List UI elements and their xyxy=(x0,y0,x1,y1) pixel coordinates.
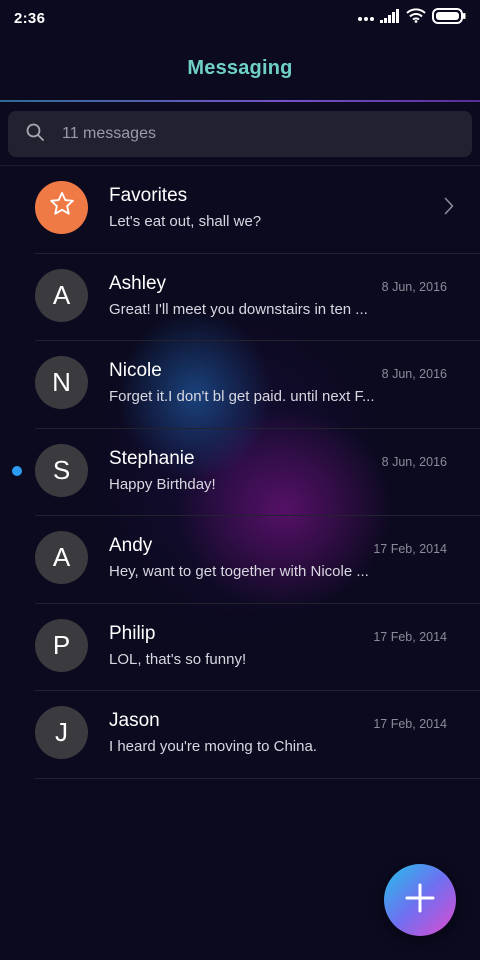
message-date: 8 Jun, 2016 xyxy=(381,367,447,381)
avatar: A xyxy=(35,531,88,584)
page-title: Messaging xyxy=(187,56,293,79)
search-icon xyxy=(26,123,44,146)
status-bar: 2:36 xyxy=(0,0,480,36)
message-date: 8 Jun, 2016 xyxy=(381,279,447,294)
message-preview: Great! I'll meet you downstairs in ten .… xyxy=(109,300,368,318)
wifi-icon xyxy=(406,8,426,28)
app-header: Messaging xyxy=(0,36,480,100)
search-input[interactable]: 11 messages xyxy=(62,125,156,143)
battery-icon xyxy=(432,7,466,29)
message-preview: LOL, that's so funny! xyxy=(109,650,247,668)
signal-icon xyxy=(380,8,400,28)
avatar: N xyxy=(35,356,88,409)
chevron-right-icon xyxy=(444,197,454,220)
message-preview: Forget it.I don't bl get paid. until nex… xyxy=(109,388,375,405)
contact-name: Ashley xyxy=(109,272,167,294)
search-bar[interactable]: 11 messages xyxy=(8,111,472,157)
avatar: P xyxy=(35,618,88,672)
avatar: J xyxy=(35,706,88,759)
conversation-row[interactable]: J Jason I heard you're moving to China. 17 … xyxy=(0,691,480,779)
contact-name: Favorites xyxy=(109,185,188,206)
message-date: 17 Feb, 2014 xyxy=(373,717,447,731)
favorites-row[interactable]: Favorites Let's eat out, shall we? xyxy=(0,166,480,254)
conversation-row[interactable]: P Philip LOL, that's so funny! 17 Feb, 2014 xyxy=(0,604,480,692)
contact-name: Jason xyxy=(109,710,160,731)
conversation-row[interactable]: N Nicole Forget it.I don't bl get paid. un… xyxy=(0,341,480,429)
conversation-row[interactable]: S Stephanie Happy Birthday! 8 Jun, 2016 xyxy=(0,429,480,517)
conversation-row[interactable]: A Andy Hey, want to get together with Nico… xyxy=(0,516,480,604)
more-dots-icon xyxy=(358,9,374,27)
message-preview: I heard you're moving to China. xyxy=(109,738,317,755)
contact-name: Nicole xyxy=(109,360,162,381)
contact-name: Stephanie xyxy=(109,447,195,469)
contact-name: Andy xyxy=(109,535,153,556)
message-date: 17 Feb, 2014 xyxy=(373,542,447,556)
conversation-row[interactable]: A Ashley Great! I'll meet you downstairs i… xyxy=(0,254,480,342)
message-date: 17 Feb, 2014 xyxy=(373,629,447,644)
header-divider xyxy=(0,100,480,102)
star-icon xyxy=(48,190,76,225)
status-icons xyxy=(358,7,466,29)
avatar: A xyxy=(35,268,88,322)
conversation-list: Favorites Let's eat out, shall we? A Ashl… xyxy=(0,166,480,779)
message-preview: Happy Birthday! xyxy=(109,475,216,493)
contact-name: Philip xyxy=(109,622,156,644)
plus-icon xyxy=(405,883,435,918)
avatar: S xyxy=(35,443,88,497)
avatar xyxy=(35,181,88,234)
message-preview: Hey, want to get together with Nicole ..… xyxy=(109,563,369,580)
unread-indicator xyxy=(12,465,22,476)
message-preview: Let's eat out, shall we? xyxy=(109,213,262,230)
new-message-button[interactable] xyxy=(384,864,456,936)
status-time: 2:36 xyxy=(14,9,46,27)
message-date: 8 Jun, 2016 xyxy=(381,454,447,469)
